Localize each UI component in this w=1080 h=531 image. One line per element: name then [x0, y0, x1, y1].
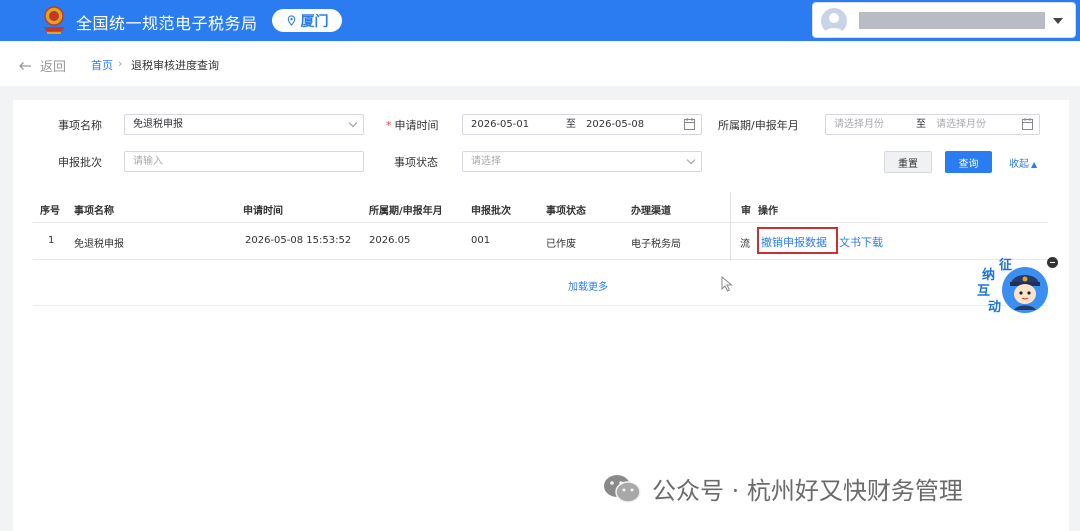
breadcrumb-bar: 返回 首页 › 退税审核进度查询: [0, 42, 1080, 86]
back-button[interactable]: 返回: [18, 56, 66, 75]
mouse-cursor-icon: [721, 276, 733, 292]
apply-time-start: 2026-05-01: [471, 119, 530, 130]
col-audit: 审: [741, 206, 751, 217]
status-placeholder: 请选择: [471, 156, 501, 167]
chevron-down-icon: [348, 118, 358, 128]
back-label: 返回: [40, 60, 67, 75]
calendar-icon: [1022, 118, 1033, 130]
cell-channel: 电子税务局: [631, 239, 681, 250]
location-pin-icon: [287, 15, 295, 26]
collapse-link[interactable]: 收起 ▲: [1009, 155, 1037, 170]
col-index: 序号: [40, 206, 60, 217]
cell-apply-time: 2026-05-08 15:53:52: [245, 235, 352, 246]
collapse-label: 收起: [1009, 159, 1029, 170]
col-item-name: 事项名称: [74, 206, 114, 217]
breadcrumb-current: 退税审核进度查询: [131, 59, 219, 72]
col-batch: 申报批次: [471, 206, 511, 217]
period-end-placeholder: 请选择月份: [936, 119, 986, 130]
divider: [33, 305, 1048, 306]
arrow-left-icon: [19, 61, 31, 70]
col-status: 事项状态: [546, 206, 586, 217]
caret-down-icon: [1053, 18, 1063, 24]
watermark: 公众号 · 杭州好又快财务管理: [602, 471, 963, 506]
tax-emblem-icon: [44, 6, 64, 34]
batch-placeholder: 请输入: [133, 156, 163, 167]
cell-batch: 001: [471, 235, 491, 246]
breadcrumb-home[interactable]: 首页: [91, 57, 113, 73]
reset-button[interactable]: 重置: [884, 151, 932, 173]
status-label: 事项状态: [394, 156, 438, 169]
column-divider: [730, 192, 731, 261]
widget-minimize-button[interactable]: [1047, 257, 1058, 268]
user-icon: [824, 13, 844, 34]
col-channel: 办理渠道: [631, 206, 671, 217]
tax-interaction-widget[interactable]: 征 纳 互 动: [974, 254, 1054, 318]
breadcrumb-separator: ›: [118, 57, 123, 70]
region-label: 厦门: [300, 13, 329, 30]
user-menu[interactable]: [812, 2, 1076, 38]
main-panel: 事项名称 免退税申报 * 申请时间 2026-05-01 至 2026-05-08…: [13, 100, 1069, 531]
highlight-box: [757, 227, 838, 254]
chevron-down-icon: [686, 155, 696, 165]
item-name-value: 免退税申报: [133, 119, 183, 130]
col-period: 所属期/申报年月: [369, 206, 443, 217]
range-to-period: 至: [916, 119, 926, 130]
apply-time-end: 2026-05-08: [586, 119, 645, 130]
query-button[interactable]: 查询: [945, 151, 992, 173]
item-name-label: 事项名称: [58, 119, 102, 132]
avatar: [821, 8, 847, 34]
range-to: 至: [566, 119, 576, 130]
batch-input[interactable]: 请输入: [124, 151, 364, 172]
cell-status: 已作废: [546, 239, 576, 250]
load-more-link[interactable]: 加载更多: [568, 278, 608, 293]
item-name-select[interactable]: 免退税申报: [124, 114, 364, 135]
widget-char-1: 征: [999, 258, 1013, 273]
cell-audit: 流: [740, 239, 750, 250]
cell-item-name: 免退税申报: [74, 239, 124, 250]
document-download-link[interactable]: 文书下载: [839, 234, 883, 250]
watermark-text: 公众号 · 杭州好又快财务管理: [652, 477, 963, 505]
chevron-up-icon: ▲: [1031, 160, 1038, 169]
period-label: 所属期/申报年月: [718, 119, 799, 132]
table-header: 序号 事项名称 申请时间 所属期/申报年月 申报批次 事项状态 办理渠道 审 操…: [33, 193, 1048, 223]
period-range[interactable]: 请选择月份 至 请选择月份: [825, 114, 1040, 135]
cell-period: 2026.05: [369, 235, 411, 246]
required-mark: *: [386, 119, 392, 132]
table-row: 1 免退税申报 2026-05-08 15:53:52 2026.05 001 …: [33, 223, 1048, 260]
wechat-icon: [604, 474, 641, 503]
region-selector[interactable]: 厦门: [272, 9, 342, 32]
col-actions: 操作: [758, 206, 778, 217]
status-select[interactable]: 请选择: [462, 151, 702, 172]
top-header: 全国统一规范电子税务局 厦门: [0, 0, 1080, 41]
apply-time-label-text: 申请时间: [394, 119, 439, 132]
widget-char-4: 动: [988, 300, 1002, 315]
apply-time-range[interactable]: 2026-05-01 至 2026-05-08: [462, 114, 702, 135]
cell-index: 1: [48, 235, 55, 246]
site-title: 全国统一规范电子税务局: [76, 14, 258, 33]
apply-time-label: * 申请时间: [386, 117, 439, 133]
batch-label: 申报批次: [58, 156, 102, 169]
col-apply-time: 申请时间: [243, 206, 283, 217]
calendar-icon: [684, 118, 695, 130]
user-name-redacted: [859, 12, 1045, 29]
period-start-placeholder: 请选择月份: [834, 119, 884, 130]
